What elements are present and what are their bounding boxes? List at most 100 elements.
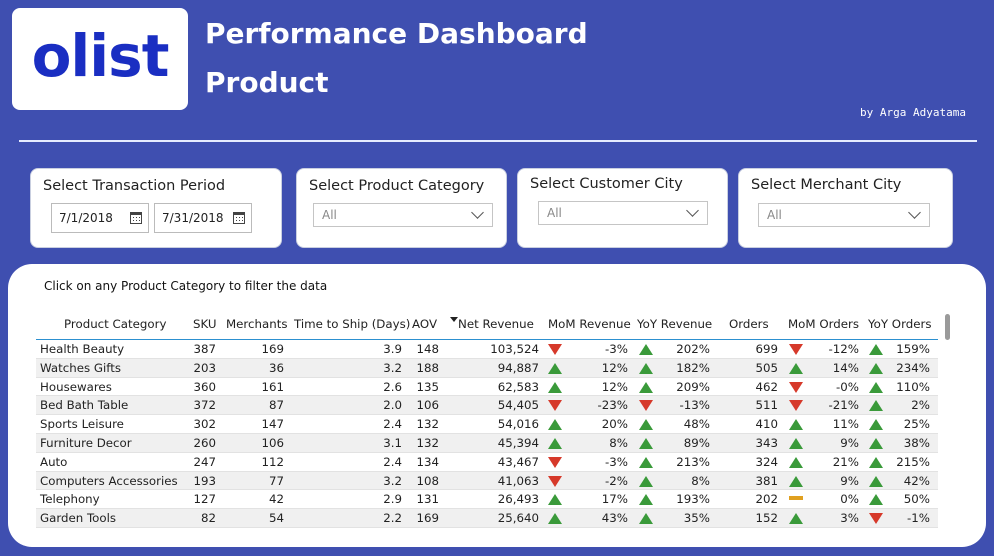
sort-descending-icon [450, 317, 458, 322]
category-dropdown[interactable]: All [313, 203, 493, 227]
cell-category: Watches Gifts [40, 360, 122, 375]
cell-category: Auto [40, 454, 68, 469]
cell-yoy-orders: 25% [903, 417, 930, 432]
table-row[interactable]: Garden Tools 82 54 2.2 169 25,640 43% 35% 152 3% -… [36, 509, 938, 528]
table-row[interactable]: Furniture Decor 260 106 3.1 132 45,394 8% 89% 34… [36, 433, 938, 453]
col-time-to-ship[interactable]: Time to Ship (Days) [294, 317, 410, 331]
triangle-up-icon [869, 437, 883, 449]
col-product-category[interactable]: Product Category [64, 317, 166, 331]
triangle-up-icon [639, 362, 653, 374]
cell-yoy-revenue: 48% [683, 417, 710, 432]
customer-city-slicer: Select Customer City All [517, 168, 728, 248]
start-date-value: 7/1/2018 [59, 211, 113, 225]
triangle-up-icon [548, 494, 562, 506]
cell-mom-revenue: -3% [605, 454, 628, 469]
col-orders[interactable]: Orders [729, 317, 769, 331]
category-slicer-title: Select Product Category [309, 178, 485, 194]
cell-category: Garden Tools [40, 511, 117, 526]
col-merchants[interactable]: Merchants [226, 317, 287, 331]
table-row[interactable]: Telephony 127 42 2.9 131 26,493 17% 193% 202 0% 50… [36, 490, 938, 510]
triangle-up-icon [639, 344, 653, 355]
merchant-city-slicer-title: Select Merchant City [751, 177, 902, 193]
triangle-down-icon [639, 400, 653, 412]
cell-yoy-revenue: 193% [676, 492, 710, 507]
page-title: Performance Dashboard [205, 17, 588, 50]
table-row[interactable]: Health Beauty 387 169 3.9 148 103,524 -3% 202% 6… [36, 340, 938, 359]
triangle-up-icon [639, 437, 653, 449]
cell-merchants: 77 [268, 473, 284, 488]
cell-sku: 203 [193, 360, 216, 375]
triangle-up-icon [639, 381, 653, 393]
col-aov[interactable]: AOV [412, 317, 437, 331]
col-sku[interactable]: SKU [193, 317, 217, 331]
cell-mom-orders: 21% [832, 454, 859, 469]
cell-ship-days: 2.6 [383, 379, 402, 394]
customer-city-dropdown[interactable]: All [538, 201, 708, 225]
cell-net-revenue: 94,887 [497, 360, 539, 375]
period-slicer: Select Transaction Period 7/1/2018 7/31/… [30, 168, 282, 248]
cell-merchants: 106 [261, 435, 284, 450]
cell-aov: 132 [416, 435, 439, 450]
col-yoy-orders[interactable]: YoY Orders [868, 317, 931, 331]
cell-net-revenue: 103,524 [490, 342, 539, 356]
cell-aov: 169 [416, 511, 439, 526]
cell-category: Furniture Decor [40, 435, 132, 450]
triangle-up-icon [639, 419, 653, 431]
triangle-up-icon [869, 475, 883, 487]
cell-yoy-revenue: 209% [676, 379, 710, 394]
cell-sku: 247 [193, 454, 216, 469]
cell-orders: 343 [755, 435, 778, 450]
table-row[interactable]: Sports Leisure 302 147 2.4 132 54,016 20% 48% 41… [36, 415, 938, 434]
cell-mom-revenue: 20% [601, 417, 628, 432]
cell-orders: 152 [755, 511, 778, 526]
cell-orders: 699 [755, 342, 778, 356]
calendar-icon[interactable] [233, 212, 245, 224]
cell-mom-orders: -0% [836, 379, 859, 394]
cell-mom-revenue: -3% [605, 342, 628, 356]
col-net-revenue[interactable]: Net Revenue [458, 317, 534, 331]
cell-mom-revenue: 17% [601, 492, 628, 507]
cell-mom-revenue: 43% [601, 511, 628, 526]
cell-merchants: 161 [261, 379, 284, 394]
table-row[interactable]: Watches Gifts 203 36 3.2 188 94,887 12% 182% 505… [36, 358, 938, 378]
triangle-up-icon [639, 494, 653, 506]
cell-net-revenue: 45,394 [497, 435, 539, 450]
cell-merchants: 36 [268, 360, 284, 375]
table-scrollbar[interactable] [945, 314, 950, 340]
table-row[interactable]: Housewares 360 161 2.6 135 62,583 12% 209% 462 -0… [36, 378, 938, 397]
cell-merchants: 169 [261, 342, 284, 356]
cell-mom-revenue: 12% [601, 360, 628, 375]
cell-aov: 132 [416, 417, 439, 432]
customer-city-slicer-title: Select Customer City [530, 176, 683, 192]
start-date-input[interactable]: 7/1/2018 [51, 203, 149, 233]
end-date-input[interactable]: 7/31/2018 [154, 203, 252, 233]
cell-yoy-orders: 42% [903, 473, 930, 488]
triangle-up-icon [548, 513, 562, 525]
col-yoy-revenue[interactable]: YoY Revenue [637, 317, 712, 331]
col-mom-orders[interactable]: MoM Orders [788, 317, 859, 331]
cell-net-revenue: 25,640 [497, 511, 539, 526]
category-dropdown-value: All [322, 208, 337, 222]
triangle-up-icon [789, 475, 803, 487]
table-row[interactable]: Bed Bath Table 372 87 2.0 106 54,405 -23% -13% 5… [36, 396, 938, 416]
cell-sku: 260 [193, 435, 216, 450]
triangle-up-icon [869, 344, 883, 355]
col-mom-revenue[interactable]: MoM Revenue [548, 317, 631, 331]
cell-yoy-orders: 110% [896, 379, 930, 394]
triangle-up-icon [789, 419, 803, 431]
cell-aov: 106 [416, 398, 439, 413]
table-row[interactable]: Computers Accessories 193 77 3.2 108 41,063 -2… [36, 471, 938, 491]
merchant-city-dropdown[interactable]: All [758, 203, 930, 227]
category-slicer: Select Product Category All [296, 168, 507, 248]
calendar-icon[interactable] [130, 212, 142, 224]
cell-aov: 135 [416, 379, 439, 394]
triangle-down-icon [789, 381, 803, 393]
period-slicer-title: Select Transaction Period [43, 178, 226, 194]
header-divider [19, 140, 977, 142]
cell-yoy-revenue: 8% [691, 473, 710, 488]
cell-net-revenue: 26,493 [497, 492, 539, 507]
cell-aov: 131 [416, 492, 439, 507]
merchant-city-slicer: Select Merchant City All [738, 168, 953, 248]
cell-category: Bed Bath Table [40, 398, 129, 413]
table-row[interactable]: Auto 247 112 2.4 134 43,467 -3% 213% 324 21% 215% [36, 453, 938, 472]
